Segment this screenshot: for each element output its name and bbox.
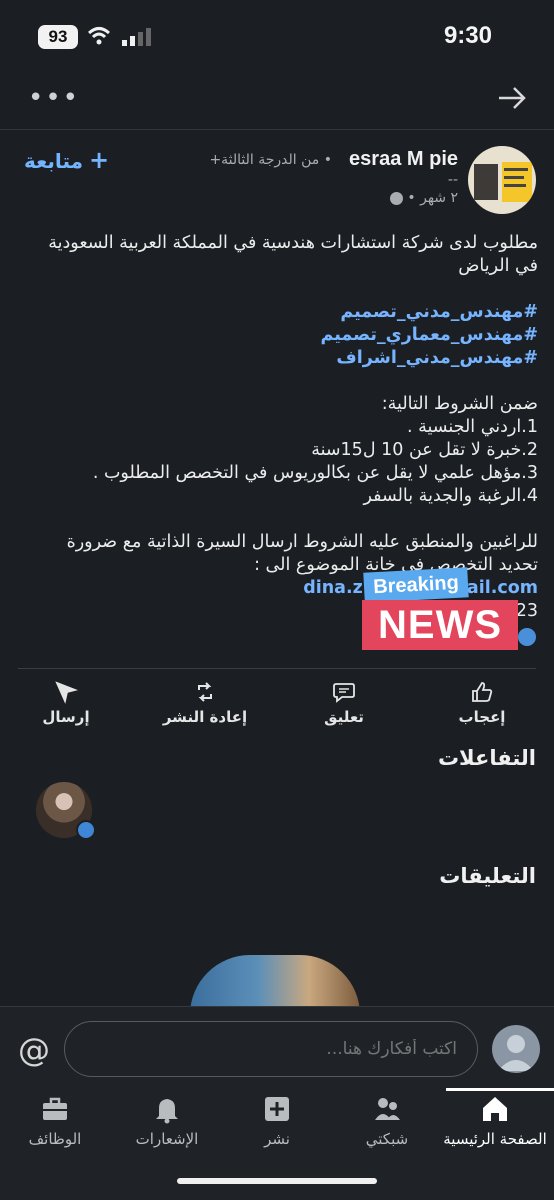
post-text-line: ضمن الشروط التالية:	[381, 394, 538, 414]
nav-jobs-label: الوظائف	[28, 1130, 82, 1148]
plus-icon: +	[88, 146, 110, 174]
comment-input[interactable]	[64, 1021, 478, 1077]
connection-degree: • من الدرجة الثالثة+	[209, 152, 332, 168]
plus-square-icon	[265, 1097, 289, 1121]
send-label: إرسال	[42, 708, 90, 726]
author-name[interactable]: esraa M pie	[349, 148, 458, 171]
nav-network[interactable]: شبكتي	[332, 1094, 442, 1148]
repost-label: إعادة النشر	[162, 708, 248, 726]
battery-indicator: 93	[38, 25, 78, 49]
post-text-line: للراغبين والمنطبق عليه الشروط ارسال السي…	[66, 532, 538, 552]
post-time-text: ٢ شهر •	[407, 190, 458, 206]
network-icon	[375, 1098, 400, 1120]
reactions-heading: التفاعلات	[437, 746, 536, 770]
more-options-icon[interactable]: •••	[28, 85, 78, 111]
post-body: مطلوب لدى شركة استشارات هندسية في المملك…	[30, 232, 538, 623]
send-icon	[55, 681, 78, 704]
signal-icon	[122, 28, 151, 46]
bell-icon	[156, 1099, 178, 1124]
post-timestamp: ٢ شهر •	[386, 190, 458, 206]
top-nav: •••	[0, 70, 554, 130]
send-button[interactable]: إرسال	[16, 678, 116, 726]
nav-notifications[interactable]: الإشعارات	[112, 1094, 222, 1148]
post-text-line: في الرياض	[458, 256, 538, 276]
like-reaction-icon	[76, 820, 96, 840]
comment-label: تعليق	[324, 708, 364, 726]
divider	[18, 668, 536, 669]
forward-arrow-icon[interactable]	[496, 82, 528, 114]
hashtag-link[interactable]: #مهندس_مدني_تصميم	[30, 301, 538, 324]
nav-post-label: نشر	[264, 1130, 290, 1148]
condition-item: 2.خبرة لا تقل عن 10 ل15سنة	[311, 440, 538, 460]
like-button[interactable]: إعجاب	[432, 678, 532, 726]
condition-item: 3.مؤهل علمي لا يقل عن بكالوريوس في التخص…	[92, 463, 538, 483]
nav-home[interactable]: الصفحة الرئيسية	[440, 1094, 550, 1148]
comment-button[interactable]: تعليق	[294, 678, 394, 726]
clock: 9:30	[443, 22, 492, 49]
condition-item: 1.اردني الجنسية .	[406, 417, 538, 437]
briefcase-icon	[43, 1097, 67, 1120]
author-headline: --	[447, 172, 458, 188]
globe-icon	[389, 191, 403, 205]
hashtag-link[interactable]: #مهندس_مدني_اشراف	[30, 347, 538, 370]
comment-icon	[333, 683, 355, 703]
active-tab-indicator	[446, 1088, 554, 1091]
comments-heading: التعليقات	[439, 864, 536, 888]
breaking-news-sticker: Breaking NEWS	[360, 567, 520, 652]
news-label: NEWS	[362, 600, 518, 650]
nav-jobs[interactable]: الوظائف	[0, 1094, 110, 1148]
hashtag-link[interactable]: #مهندس_معماري_تصميم	[30, 324, 539, 347]
comment-composer: @	[0, 1006, 554, 1088]
thumbs-up-icon	[472, 682, 493, 702]
post-text-line: مطلوب لدى شركة استشارات هندسية في المملك…	[48, 233, 538, 253]
author-avatar[interactable]	[468, 146, 536, 214]
nav-post[interactable]: نشر	[222, 1094, 332, 1148]
mention-icon[interactable]: @	[18, 1031, 50, 1069]
condition-item: 4.الرغبة والجدية بالسفر	[363, 486, 538, 506]
home-icon	[483, 1097, 507, 1121]
follow-button[interactable]: +متابعة	[24, 146, 109, 174]
home-indicator	[177, 1178, 377, 1184]
repost-icon	[198, 682, 212, 702]
post-header: esraa M pie • من الدرجة الثالثة+ -- ٢ شه…	[0, 140, 554, 220]
status-bar: 93 9:30	[0, 0, 554, 70]
nav-network-label: شبكتي	[365, 1130, 409, 1148]
nav-home-label: الصفحة الرئيسية	[443, 1130, 547, 1148]
like-label: إعجاب	[458, 708, 506, 726]
follow-label: متابعة	[24, 149, 83, 173]
nav-notifications-label: الإشعارات	[135, 1130, 199, 1148]
user-avatar[interactable]	[492, 1025, 540, 1073]
wifi-icon	[88, 27, 110, 45]
like-reaction-icon[interactable]	[518, 628, 536, 646]
breaking-label: Breaking	[363, 567, 469, 603]
post-actions: إعجاب تعليق إعادة النشر إرسال	[0, 678, 554, 730]
repost-button[interactable]: إعادة النشر	[150, 678, 260, 726]
